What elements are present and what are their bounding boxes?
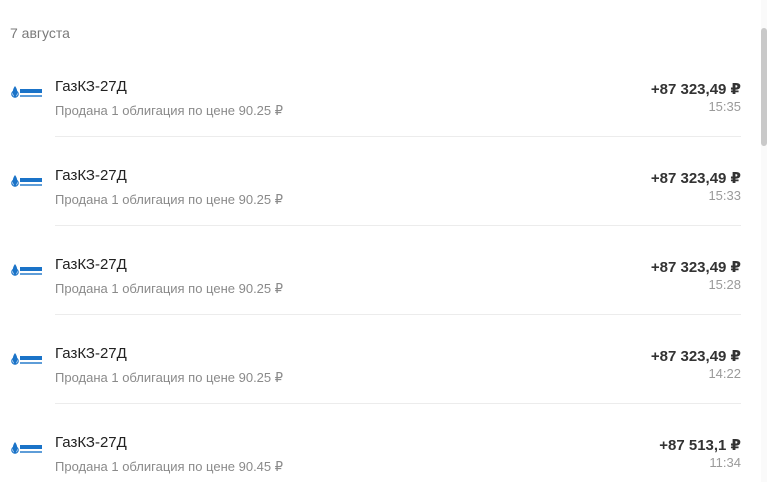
operation-time: 11:34 <box>709 455 741 470</box>
operation-amount: +87 323,49 ₽ <box>650 81 741 98</box>
operation-row[interactable]: ГазКЗ-27Д Продана 1 облигация по цене 90… <box>0 226 741 315</box>
operation-amount: +87 323,49 ₽ <box>650 259 741 276</box>
gazprom-logo-icon <box>11 86 42 98</box>
gazprom-logo-icon <box>11 353 42 365</box>
operation-description: Продана 1 облигация по цене 90.45 ₽ <box>55 459 284 474</box>
date-header: 7 августа <box>10 25 70 41</box>
operation-time: 15:35 <box>708 99 741 114</box>
security-name: ГазКЗ-27Д <box>55 345 127 362</box>
operation-amount: +87 323,49 ₽ <box>650 170 741 187</box>
operations-page: 7 августа ГазКЗ-27Д Продана 1 облигация … <box>0 0 767 482</box>
gazprom-logo-icon <box>11 442 42 454</box>
operation-description: Продана 1 облигация по цене 90.25 ₽ <box>55 370 284 385</box>
operation-row[interactable]: ГазКЗ-27Д Продана 1 облигация по цене 90… <box>0 137 741 226</box>
security-name: ГазКЗ-27Д <box>55 434 127 451</box>
operation-description: Продана 1 облигация по цене 90.25 ₽ <box>55 192 284 207</box>
security-name: ГазКЗ-27Д <box>55 256 127 273</box>
operation-row[interactable]: ГазКЗ-27Д Продана 1 облигация по цене 90… <box>0 48 741 137</box>
scrollbar-thumb[interactable] <box>761 28 767 146</box>
operation-amount: +87 513,1 ₽ <box>659 437 741 454</box>
gazprom-logo-icon <box>11 175 42 187</box>
security-name: ГазКЗ-27Д <box>55 78 127 95</box>
operation-row[interactable]: ГазКЗ-27Д Продана 1 облигация по цене 90… <box>0 404 741 482</box>
operation-time: 15:28 <box>708 277 741 292</box>
operation-description: Продана 1 облигация по цене 90.25 ₽ <box>55 281 284 296</box>
security-name: ГазКЗ-27Д <box>55 167 127 184</box>
operation-amount: +87 323,49 ₽ <box>650 348 741 365</box>
gazprom-logo-icon <box>11 264 42 276</box>
operation-description: Продана 1 облигация по цене 90.25 ₽ <box>55 103 284 118</box>
operation-row[interactable]: ГазКЗ-27Д Продана 1 облигация по цене 90… <box>0 315 741 404</box>
operation-time: 14:22 <box>708 366 741 381</box>
operations-list: ГазКЗ-27Д Продана 1 облигация по цене 90… <box>0 48 741 482</box>
operation-time: 15:33 <box>708 188 741 203</box>
